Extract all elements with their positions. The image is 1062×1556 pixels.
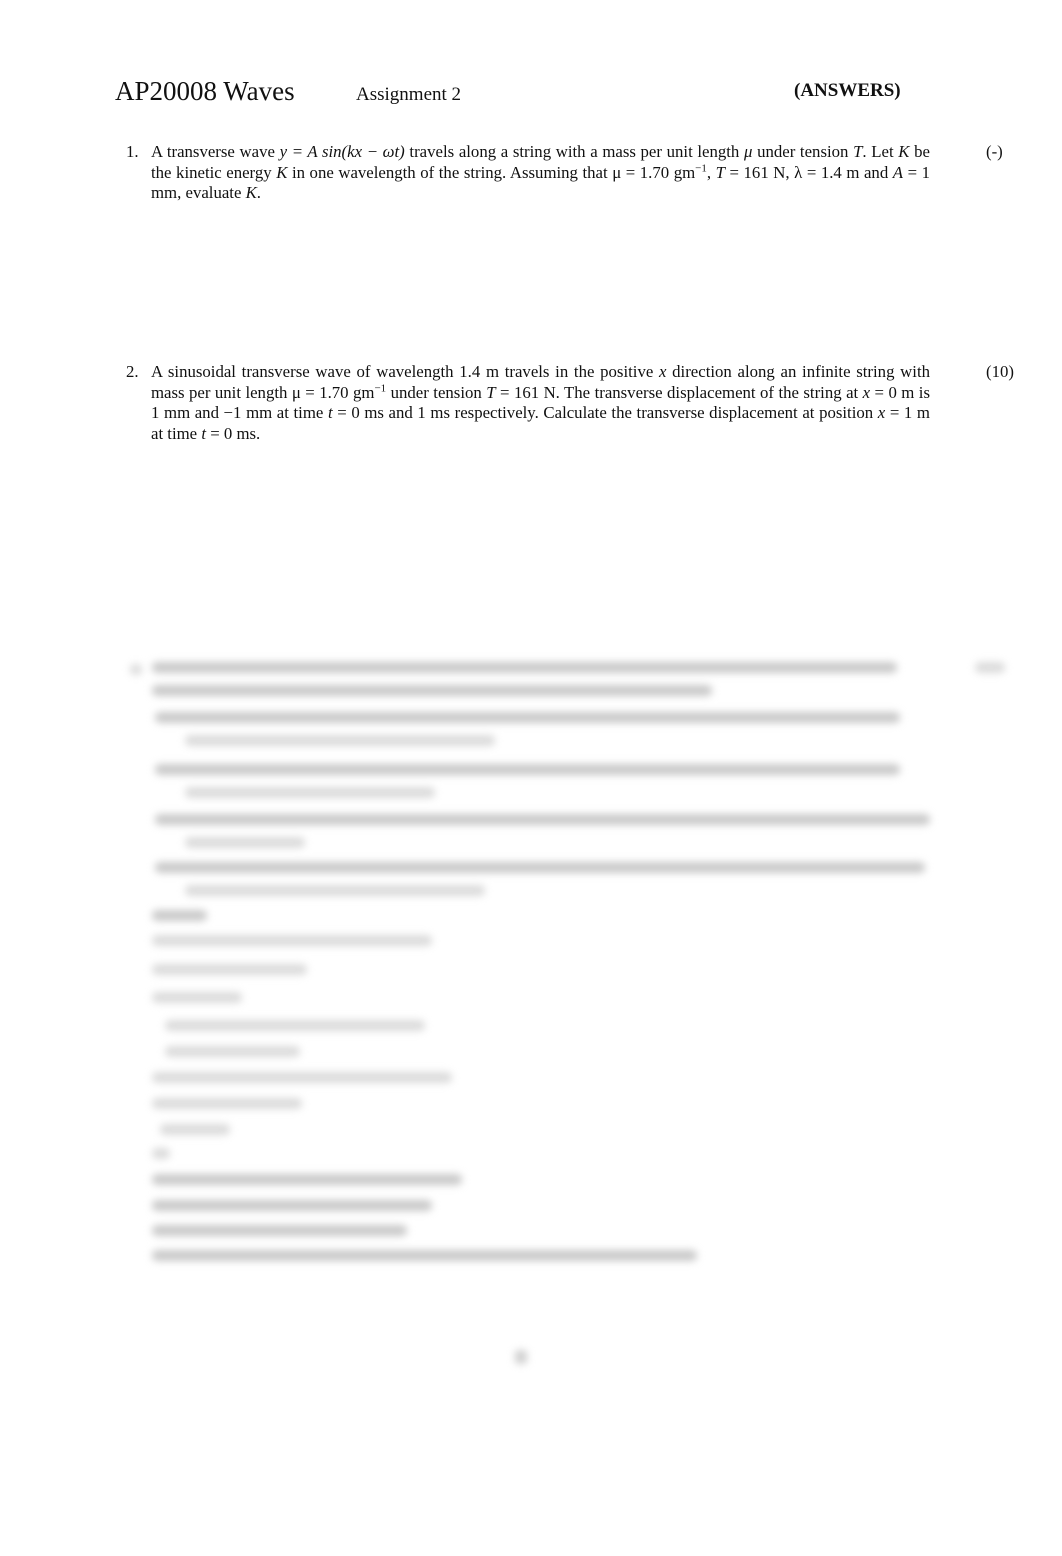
course-title: AP20008 Waves [115, 76, 295, 106]
question-2: 2. A sinusoidal transverse wave of wavel… [126, 362, 1014, 444]
document-page: AP20008 Waves Assignment 2 (ANSWERS) 1. … [0, 0, 1062, 1556]
question-number: 2. [126, 362, 139, 381]
blurred-question-3 [120, 650, 1020, 1270]
question-text: A sinusoidal transverse wave of waveleng… [151, 362, 931, 443]
assignment-label: Assignment 2 [356, 84, 462, 105]
page-number-blurred [515, 1350, 527, 1364]
question-number: 1. [126, 142, 139, 161]
question-marks: (10) [986, 362, 1014, 381]
answers-tag: (ANSWERS) [794, 80, 901, 101]
question-1: 1. A transverse wave y = A sin(kx − ωt) … [126, 142, 1003, 204]
question-marks: (-) [986, 142, 1003, 161]
question-text: A transverse wave y = A sin(kx − ωt) tra… [151, 142, 930, 202]
